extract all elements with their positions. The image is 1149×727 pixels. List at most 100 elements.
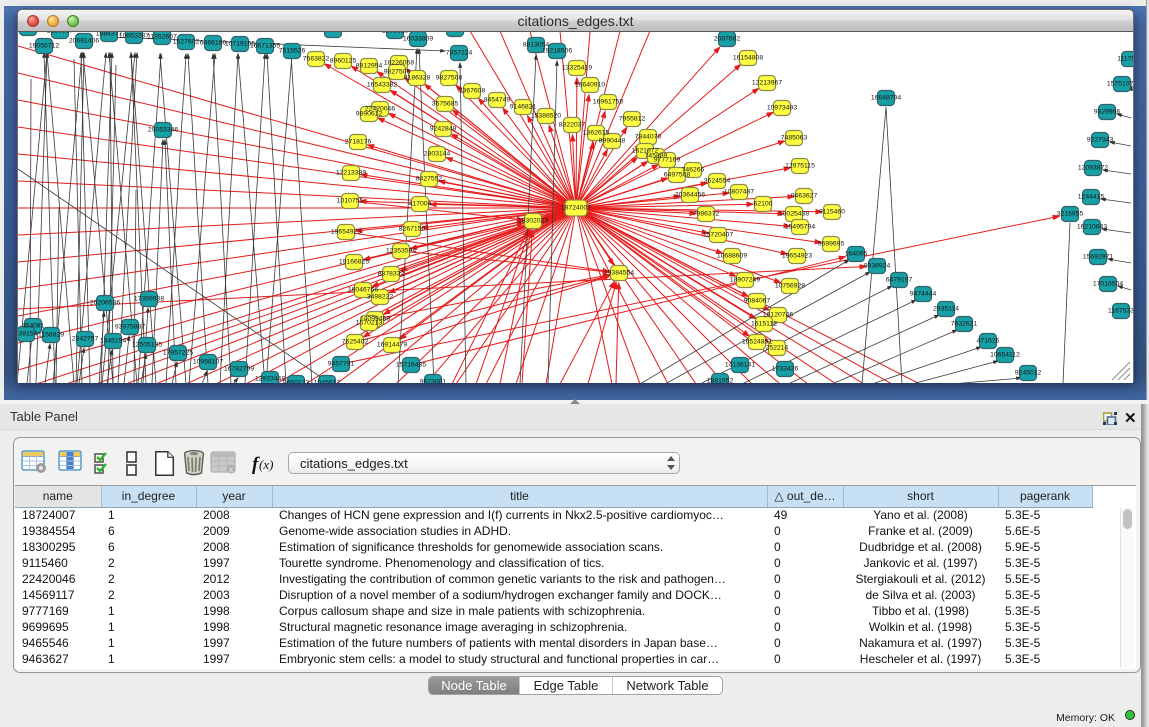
- svg-text:12505135: 12505135: [132, 342, 162, 349]
- svg-text:7955812: 7955812: [619, 116, 646, 123]
- svg-text:7986372: 7986372: [693, 211, 720, 218]
- svg-text:9115460: 9115460: [819, 209, 845, 216]
- svg-text:746266: 746266: [682, 167, 705, 174]
- svg-text:15388520: 15388520: [531, 113, 561, 120]
- svg-text:18226058: 18226058: [384, 60, 414, 67]
- svg-text:17957225: 17957225: [163, 350, 193, 357]
- svg-text:1570213: 1570213: [356, 320, 383, 327]
- svg-text:8912954: 8912954: [356, 63, 383, 70]
- svg-text:16914479: 16914479: [377, 342, 407, 349]
- svg-text:9084067: 9084067: [744, 298, 771, 305]
- svg-text:15495794: 15495794: [785, 224, 815, 231]
- svg-text:471626: 471626: [977, 338, 1000, 345]
- svg-text:1045512: 1045512: [314, 380, 341, 384]
- svg-text:9463627: 9463627: [791, 193, 818, 200]
- svg-text:12093872: 12093872: [1078, 165, 1108, 172]
- svg-text:1167533: 1167533: [1108, 308, 1133, 315]
- svg-text:13325419: 13325419: [562, 65, 592, 72]
- svg-text:2935114: 2935114: [933, 306, 959, 313]
- svg-text:(x): (x): [259, 457, 273, 472]
- svg-text:10654112: 10654112: [990, 352, 1020, 359]
- svg-text:10807487: 10807487: [724, 189, 754, 196]
- svg-text:1693513: 1693513: [382, 32, 409, 35]
- svg-text:16671355: 16671355: [250, 43, 280, 50]
- svg-text:2803144: 2803144: [424, 151, 451, 158]
- svg-text:12213389: 12213389: [336, 170, 366, 177]
- svg-text:9245012: 9245012: [1015, 370, 1042, 377]
- svg-text:7357224: 7357224: [446, 50, 473, 57]
- svg-text:18302023: 18302023: [518, 218, 548, 225]
- svg-text:2367608: 2367608: [459, 88, 486, 95]
- svg-text:1117533: 1117533: [1117, 56, 1133, 63]
- svg-text:9474444: 9474444: [910, 291, 937, 298]
- svg-text:19055712: 19055712: [29, 43, 59, 50]
- svg-text:6479197: 6479197: [886, 277, 913, 284]
- svg-text:3498222: 3498222: [367, 294, 394, 301]
- svg-text:19654923: 19654923: [782, 253, 812, 260]
- svg-text:19166825: 19166825: [339, 259, 369, 266]
- svg-text:16210643: 16210643: [1077, 224, 1107, 231]
- svg-text:2718176: 2718176: [345, 139, 372, 146]
- svg-text:12353594: 12353594: [386, 248, 416, 255]
- svg-text:16961758: 16961758: [593, 99, 623, 106]
- svg-text:7625402: 7625402: [342, 339, 369, 346]
- svg-text:9450123: 9450123: [283, 380, 310, 384]
- svg-text:19218506: 19218506: [542, 48, 572, 55]
- svg-text:9827508: 9827508: [436, 75, 463, 82]
- svg-text:20691406: 20691406: [69, 38, 99, 45]
- svg-text:10853287: 10853287: [119, 33, 149, 40]
- svg-text:8267150: 8267150: [399, 226, 426, 233]
- svg-text:7663822: 7663822: [303, 56, 330, 63]
- svg-text:8878332: 8878332: [378, 271, 405, 278]
- svg-text:10025438: 10025438: [779, 211, 809, 218]
- svg-text:439154: 439154: [18, 331, 38, 338]
- svg-text:12213967: 12213967: [752, 80, 782, 87]
- svg-text:16033809: 16033809: [403, 36, 433, 43]
- svg-text:9890612: 9890612: [356, 111, 383, 118]
- svg-text:8454749: 8454749: [484, 97, 511, 104]
- svg-text:2342757: 2342757: [72, 336, 99, 343]
- svg-text:9777169: 9777169: [654, 157, 681, 164]
- svg-text:18724007: 18724007: [561, 205, 591, 212]
- svg-text:9699695: 9699695: [818, 241, 845, 248]
- svg-text:16154808: 16154808: [733, 55, 763, 62]
- svg-text:164095: 164095: [845, 251, 868, 258]
- svg-text:15720407: 15720407: [703, 232, 733, 239]
- svg-text:1244415: 1244415: [1078, 194, 1105, 201]
- svg-text:8990448: 8990448: [599, 138, 626, 145]
- svg-text:17016504: 17016504: [1093, 281, 1123, 288]
- svg-text:252214: 252214: [766, 345, 789, 352]
- svg-text:1345194: 1345194: [100, 338, 127, 345]
- svg-text:1008513: 1008513: [320, 32, 347, 34]
- svg-text:18907249: 18907249: [730, 277, 760, 284]
- svg-text:93975887: 93975887: [115, 324, 145, 331]
- svg-text:7632621: 7632621: [951, 321, 978, 328]
- svg-text:9623001: 9623001: [420, 379, 447, 384]
- svg-text:16648794: 16648794: [871, 95, 901, 102]
- svg-text:x: x: [229, 465, 233, 474]
- svg-text:10688609: 10688609: [717, 253, 747, 260]
- svg-text:16543382: 16543382: [367, 82, 397, 89]
- svg-text:29053346: 29053346: [148, 127, 178, 134]
- svg-text:1733426: 1733426: [772, 366, 799, 373]
- svg-text:1615112: 1615112: [751, 321, 777, 328]
- svg-text:17359938: 17359938: [134, 296, 164, 303]
- svg-text:1156829: 1156829: [38, 332, 64, 339]
- svg-text:1362615: 1362615: [583, 130, 610, 137]
- svg-text:1527602: 1527602: [173, 39, 200, 46]
- svg-text:3215955: 3215955: [1057, 211, 1084, 218]
- svg-text:9457791: 9457791: [328, 361, 355, 368]
- svg-text:3624554: 3624554: [704, 178, 731, 185]
- svg-text:10973493: 10973493: [767, 105, 797, 112]
- svg-text:7485063: 7485063: [781, 135, 808, 142]
- svg-text:12975115: 12975115: [785, 163, 815, 170]
- svg-text:16782759: 16782759: [224, 366, 254, 373]
- svg-text:20364456: 20364456: [675, 192, 705, 199]
- svg-text:417004: 417004: [409, 201, 432, 208]
- svg-text:9146821: 9146821: [510, 104, 537, 111]
- svg-text:7515526: 7515526: [279, 48, 306, 55]
- svg-text:62100: 62100: [754, 201, 773, 208]
- svg-text:19384554: 19384554: [604, 270, 634, 277]
- svg-text:2087682: 2087682: [714, 36, 741, 43]
- svg-text:9242848: 9242848: [430, 126, 457, 133]
